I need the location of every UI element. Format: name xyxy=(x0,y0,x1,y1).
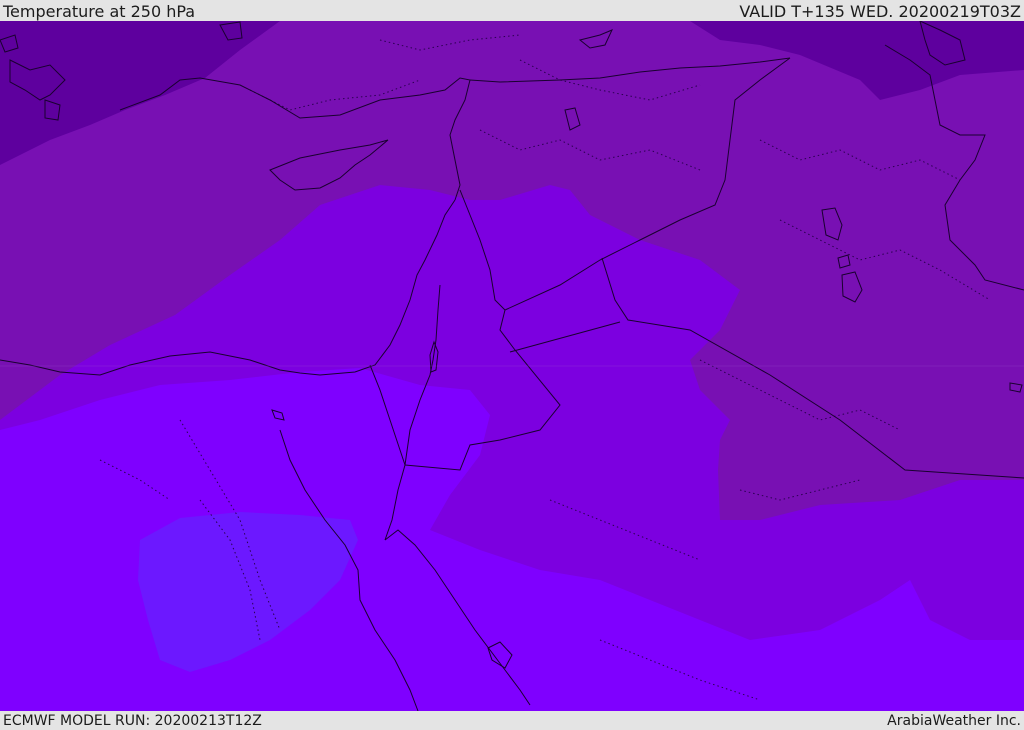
map-title: Temperature at 250 hPa xyxy=(3,2,196,21)
header-bar: Temperature at 250 hPa VALID T+135 WED. … xyxy=(0,0,1024,21)
model-run: ECMWF MODEL RUN: 20200213T12Z xyxy=(3,713,262,729)
weather-map[interactable] xyxy=(0,21,1024,711)
credit: ArabiaWeather Inc. xyxy=(887,713,1021,729)
valid-time: VALID T+135 WED. 20200219T03Z xyxy=(739,2,1021,21)
footer-bar: ECMWF MODEL RUN: 20200213T12Z ArabiaWeat… xyxy=(0,711,1024,729)
